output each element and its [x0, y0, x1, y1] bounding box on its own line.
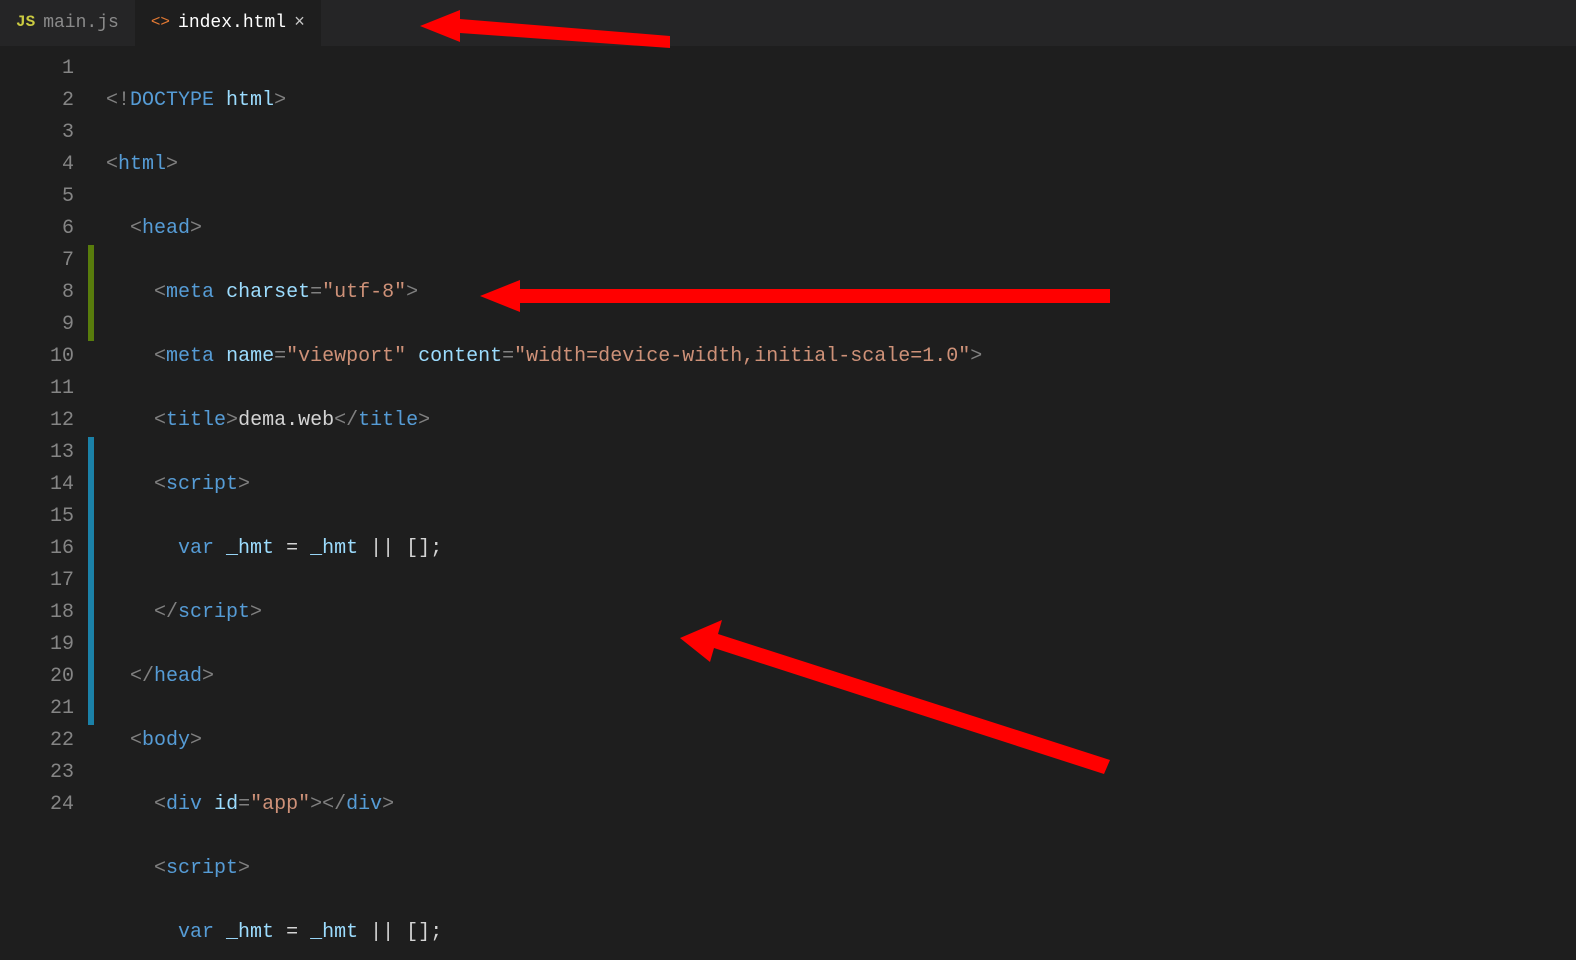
- line-number: 6: [0, 213, 88, 245]
- line-number: 15: [0, 501, 88, 533]
- line-number: 21: [0, 693, 88, 725]
- code-line[interactable]: <script>: [106, 853, 1576, 885]
- code-line[interactable]: <body>: [106, 725, 1576, 757]
- code-editor[interactable]: 1 2 3 4 5 6 7 8 9 10 11 12 13 14 15 16 1…: [0, 47, 1576, 960]
- line-number-gutter: 1 2 3 4 5 6 7 8 9 10 11 12 13 14 15 16 1…: [0, 47, 88, 960]
- editor-window: JS main.js <> index.html × 1 2 3 4 5 6 7…: [0, 0, 1576, 960]
- code-line[interactable]: <script>: [106, 469, 1576, 501]
- code-line[interactable]: </script>: [106, 597, 1576, 629]
- line-number: 18: [0, 597, 88, 629]
- line-number: 8: [0, 277, 88, 309]
- line-number: 24: [0, 789, 88, 821]
- code-line[interactable]: <meta charset="utf-8">: [106, 277, 1576, 309]
- close-icon[interactable]: ×: [294, 14, 305, 32]
- tab-bar: JS main.js <> index.html ×: [0, 0, 1576, 47]
- line-number: 22: [0, 725, 88, 757]
- code-line[interactable]: <meta name="viewport" content="width=dev…: [106, 341, 1576, 373]
- line-number: 3: [0, 117, 88, 149]
- code-area[interactable]: <!DOCTYPE html> <html> <head> <meta char…: [94, 47, 1576, 960]
- code-line[interactable]: <div id="app"></div>: [106, 789, 1576, 821]
- line-number: 17: [0, 565, 88, 597]
- line-number: 19: [0, 629, 88, 661]
- tab-main-js[interactable]: JS main.js: [0, 0, 135, 46]
- js-icon: JS: [16, 10, 35, 36]
- line-number: 10: [0, 341, 88, 373]
- code-line[interactable]: </head>: [106, 661, 1576, 693]
- html-icon: <>: [151, 10, 170, 36]
- code-line[interactable]: <html>: [106, 149, 1576, 181]
- code-line[interactable]: <head>: [106, 213, 1576, 245]
- line-number: 11: [0, 373, 88, 405]
- line-number: 23: [0, 757, 88, 789]
- code-line[interactable]: var _hmt = _hmt || [];: [106, 917, 1576, 949]
- tab-label: main.js: [43, 9, 119, 38]
- line-number: 12: [0, 405, 88, 437]
- line-number: 2: [0, 85, 88, 117]
- line-number: 16: [0, 533, 88, 565]
- line-number: 7: [0, 245, 88, 277]
- line-number: 14: [0, 469, 88, 501]
- tab-index-html[interactable]: <> index.html ×: [135, 0, 321, 46]
- code-line[interactable]: <title>dema.web</title>: [106, 405, 1576, 437]
- line-number: 4: [0, 149, 88, 181]
- line-number: 5: [0, 181, 88, 213]
- code-line[interactable]: var _hmt = _hmt || [];: [106, 533, 1576, 565]
- line-number: 13: [0, 437, 88, 469]
- line-number: 20: [0, 661, 88, 693]
- code-line[interactable]: <!DOCTYPE html>: [106, 85, 1576, 117]
- line-number: 1: [0, 53, 88, 85]
- line-number: 9: [0, 309, 88, 341]
- tab-label: index.html: [178, 9, 286, 38]
